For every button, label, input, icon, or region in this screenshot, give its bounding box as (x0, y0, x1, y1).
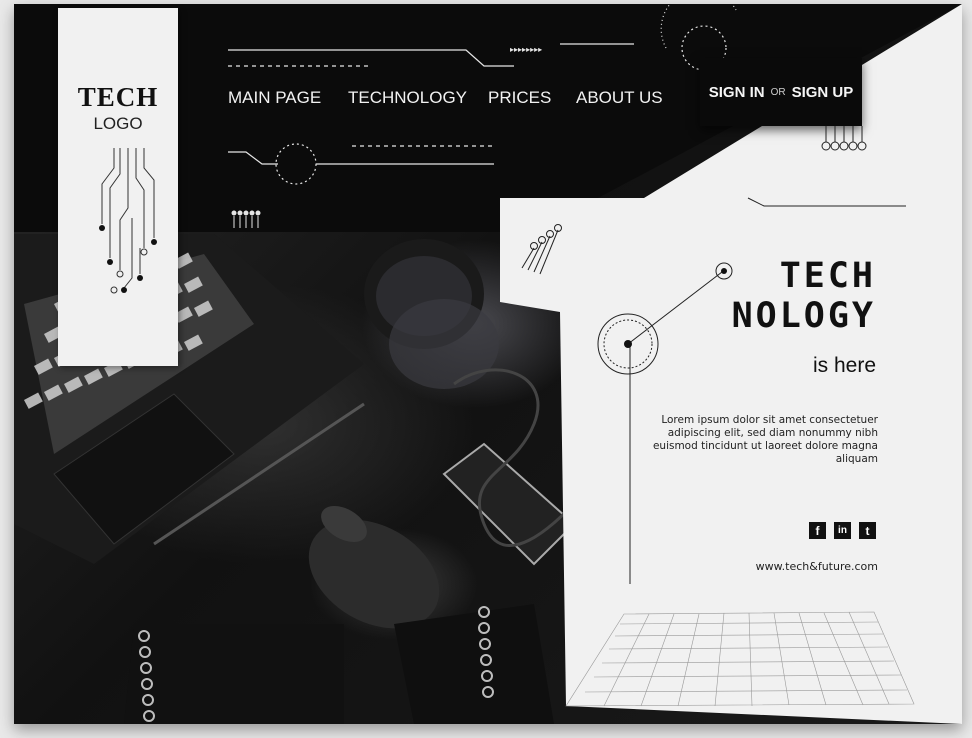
linkedin-icon[interactable]: in (834, 522, 851, 539)
hero-body-text: Lorem ipsum dolor sit amet consectetuer … (652, 414, 878, 465)
twitter-icon[interactable]: t (859, 522, 876, 539)
web-mockup-frame: ▸▸▸▸▸▸▸▸ TECH LOGO MAIN PAGE TECHNOLOGY … (14, 4, 962, 724)
grid-floor (565, 611, 915, 707)
hero-title-line1: TECH (779, 256, 876, 296)
hero-subtitle: is here (812, 354, 876, 377)
website-url[interactable]: www.tech&future.com (756, 560, 878, 573)
hero-title: TECH NOLOGY (732, 256, 876, 336)
facebook-icon[interactable]: f (809, 522, 826, 539)
hero-title-line2: NOLOGY (731, 296, 876, 336)
social-links: f in t (809, 522, 876, 540)
